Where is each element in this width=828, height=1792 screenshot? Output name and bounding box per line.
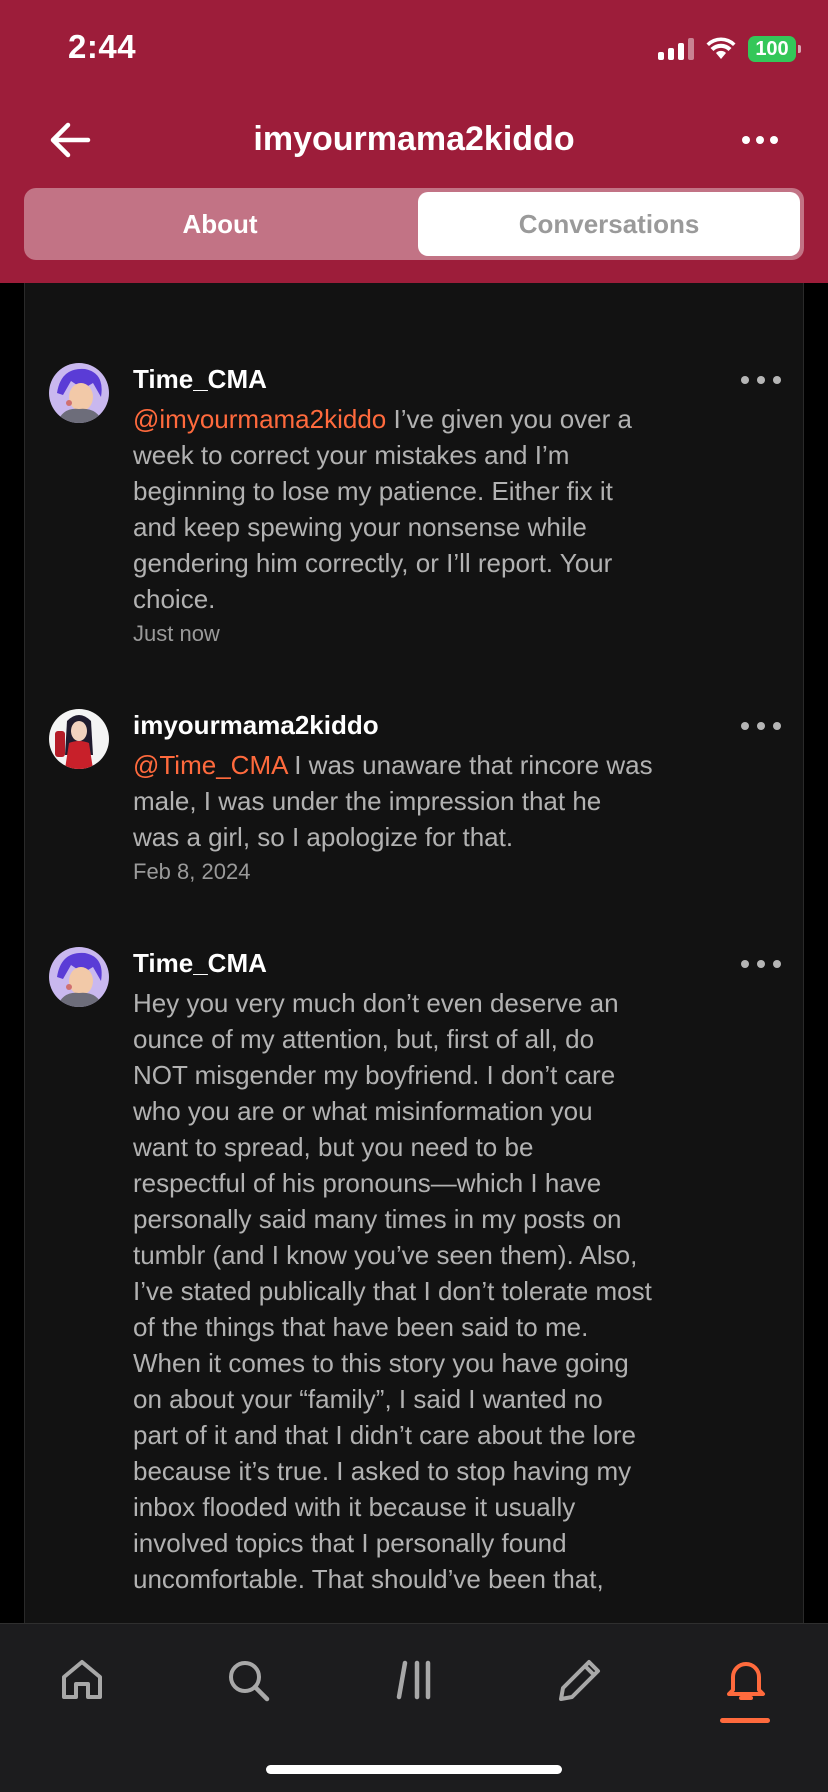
active-tab-indicator	[720, 1718, 770, 1723]
post-author[interactable]: Time_CMA	[133, 947, 267, 979]
pencil-icon	[559, 1660, 600, 1701]
tab-about[interactable]: About	[28, 192, 412, 256]
post-message: Hey you very much don’t even deserve an …	[133, 988, 652, 1594]
post-text: @imyourmama2kiddo I’ve given you over a …	[133, 401, 653, 617]
post-author[interactable]: Time_CMA	[133, 363, 267, 395]
signal-icon	[658, 38, 694, 60]
segmented-tabs: About Conversations	[24, 188, 804, 260]
avatar[interactable]	[49, 363, 109, 423]
avatar[interactable]	[49, 947, 109, 1007]
home-icon	[62, 1660, 102, 1699]
dot	[770, 136, 778, 144]
header: 2:44 100 imyourmama2kiddo About Conversa…	[0, 0, 828, 283]
post-message: I’ve given you over a week to correct yo…	[133, 404, 632, 614]
nav-home[interactable]	[52, 1650, 112, 1710]
battery-icon: 100	[748, 36, 801, 62]
page-title: imyourmama2kiddo	[253, 120, 575, 158]
nav-search[interactable]	[218, 1650, 278, 1710]
post-text: Hey you very much don’t even deserve an …	[133, 985, 653, 1597]
wifi-icon	[706, 37, 736, 59]
search-icon	[229, 1661, 270, 1702]
mention-link[interactable]: @Time_CMA	[133, 750, 287, 780]
post-more-button[interactable]	[741, 957, 781, 971]
bell-icon	[727, 1662, 765, 1700]
post-text: @Time_CMA I was unaware that rincore was…	[133, 747, 653, 855]
more-options-button[interactable]	[732, 124, 788, 156]
dot	[742, 136, 750, 144]
post-timestamp: Just now	[133, 621, 220, 646]
post-more-button[interactable]	[741, 719, 781, 733]
post-author[interactable]: imyourmama2kiddo	[133, 709, 379, 741]
dot	[756, 136, 764, 144]
post-timestamp: Feb 8, 2024	[133, 859, 251, 884]
nav-activity[interactable]	[716, 1650, 776, 1710]
status-time: 2:44	[68, 28, 137, 65]
mention-link[interactable]: @imyourmama2kiddo	[133, 404, 386, 434]
nav-feed[interactable]	[384, 1650, 444, 1710]
nav-compose[interactable]	[550, 1650, 610, 1710]
home-indicator[interactable]	[266, 1765, 562, 1774]
tab-conversations[interactable]: Conversations	[418, 192, 800, 256]
post-more-button[interactable]	[741, 373, 781, 387]
conversation-feed[interactable]: Time_CMA @imyourmama2kiddo I’ve given yo…	[24, 283, 804, 1623]
status-icons: 100	[658, 34, 801, 64]
avatar[interactable]	[49, 709, 109, 769]
feed-icon	[396, 1660, 431, 1700]
